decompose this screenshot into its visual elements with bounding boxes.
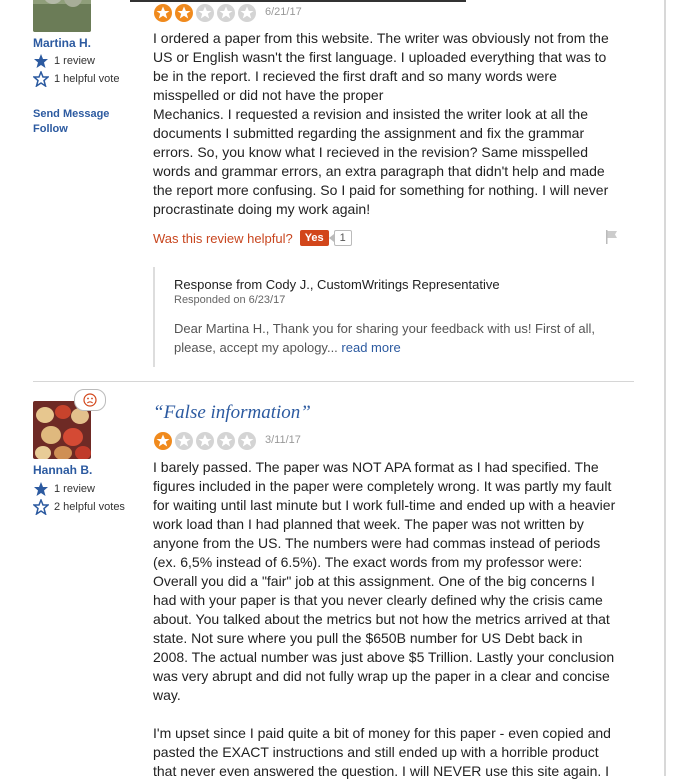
review-date: 6/21/17 <box>265 6 302 18</box>
mood-bubble <box>74 389 106 411</box>
top-rule <box>130 0 466 2</box>
star-outline-icon <box>33 71 49 87</box>
review-body: I ordered a paper from this website. The… <box>153 30 609 217</box>
response-text: Dear Martina H., Thank you for sharing y… <box>174 319 614 357</box>
review-divider <box>33 381 634 382</box>
scroll-edge <box>664 0 666 776</box>
review-count-label: 1 review <box>54 483 95 495</box>
response-header: Response from Cody J., CustomWritings Re… <box>174 277 500 292</box>
yes-button[interactable]: Yes <box>299 230 329 246</box>
send-message-link[interactable]: Send Message <box>33 108 109 120</box>
star-icon <box>34 482 48 496</box>
user-name[interactable]: Martina H. <box>33 36 91 50</box>
rating-stars <box>153 3 258 23</box>
helpful-prompt: Was this review helpful? <box>153 230 293 246</box>
star-filled-icon <box>175 4 193 22</box>
review-body: I barely passed. The paper was NOT APA f… <box>153 459 616 703</box>
star-empty-icon <box>217 432 235 450</box>
helpful-count: 1 helpful vote <box>33 71 119 87</box>
sad-face-icon <box>83 393 97 407</box>
helpful-count: 2 helpful votes <box>33 499 125 515</box>
review-count: 1 review <box>33 53 95 69</box>
star-filled-icon <box>154 432 172 450</box>
star-empty-icon <box>238 4 256 22</box>
review-count-label: 1 review <box>54 55 95 67</box>
read-more-link[interactable]: read more <box>341 340 400 355</box>
helpful-count-label: 1 helpful vote <box>54 73 120 85</box>
response-date: Responded on 6/23/17 <box>174 294 286 306</box>
star-empty-icon <box>238 432 256 450</box>
yes-count: 1 <box>328 230 352 246</box>
star-empty-icon <box>196 432 214 450</box>
review-date: 3/11/17 <box>265 434 301 446</box>
page: Martina H. 1 review 1 helpful vote Send … <box>0 0 680 779</box>
star-outline-icon <box>33 499 49 515</box>
helpful-row: Was this review helpful? Yes 1 <box>153 230 352 246</box>
review-body-continued: I'm upset since I paid quite a bit of mo… <box>153 725 611 779</box>
review-title[interactable]: “False information” <box>153 402 311 424</box>
star-empty-icon <box>175 432 193 450</box>
user-name[interactable]: Hannah B. <box>33 463 92 477</box>
star-empty-icon <box>217 4 235 22</box>
star-icon <box>34 54 48 68</box>
helpful-count-label: 2 helpful votes <box>54 501 125 513</box>
star-empty-icon <box>196 4 214 22</box>
owner-response: Response from Cody J., CustomWritings Re… <box>153 267 625 367</box>
follow-link[interactable]: Follow <box>33 123 68 135</box>
flag-icon[interactable] <box>604 229 620 245</box>
review-count: 1 review <box>33 481 95 497</box>
star-filled-icon <box>154 4 172 22</box>
avatar-martina[interactable] <box>33 0 91 32</box>
rating-stars <box>153 431 258 451</box>
